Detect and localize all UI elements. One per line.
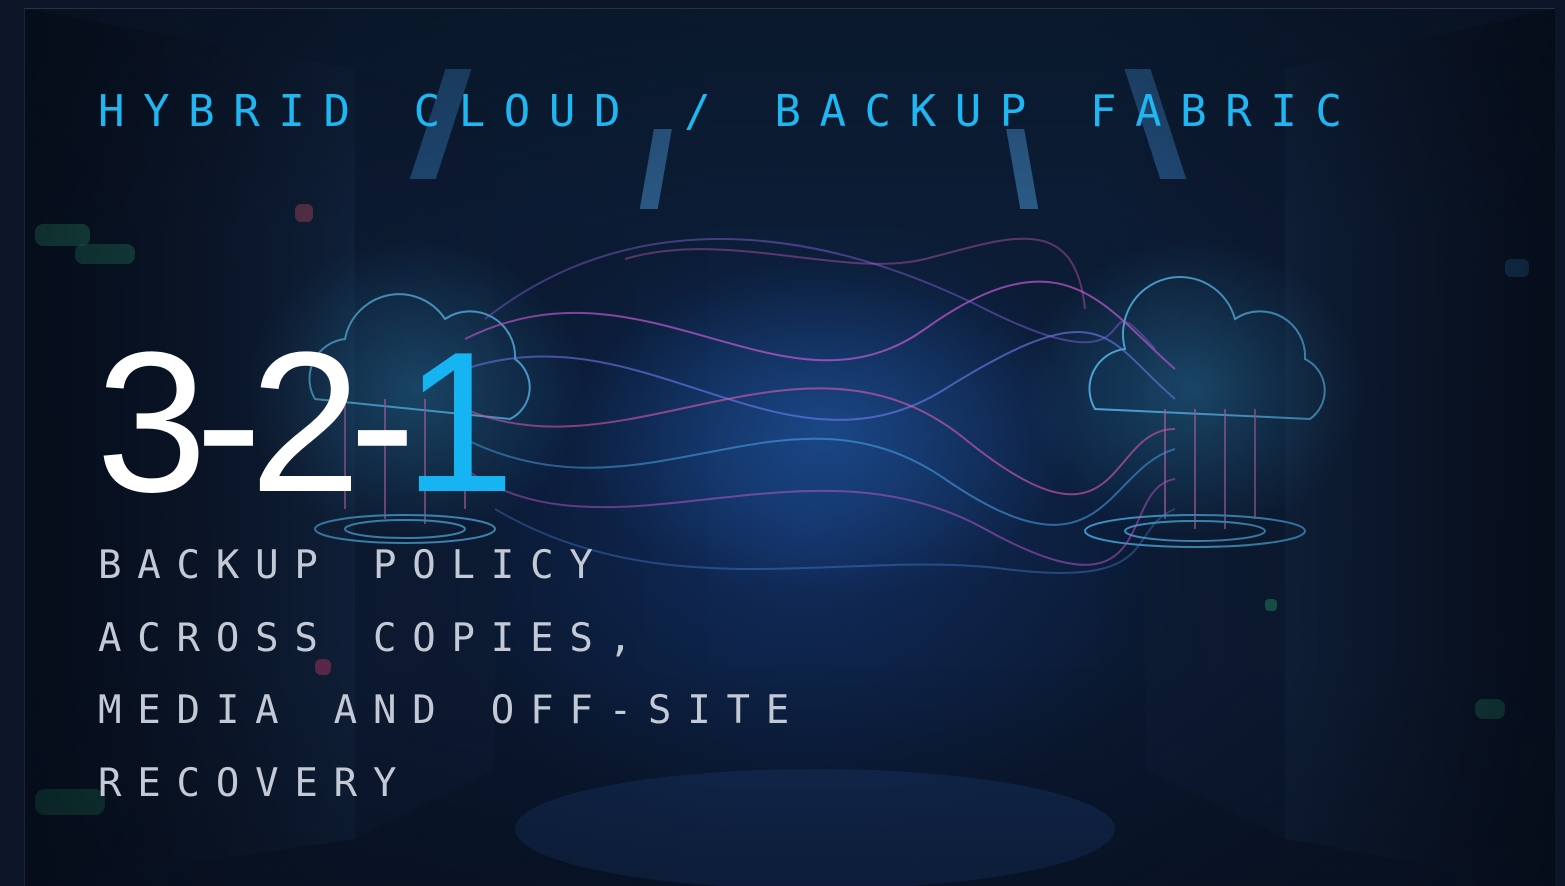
eyebrow-title: HYBRID CLOUD / BACKUP FABRIC — [98, 86, 1361, 137]
subtitle-line: RECOVERY — [98, 760, 413, 806]
subtitle-line: MEDIA AND OFF-SITE — [98, 688, 806, 733]
hero-number-accent: 1 — [403, 311, 515, 534]
subtitle-line: ACROSS COPIES, — [98, 615, 648, 661]
hero-number: 3-2-1 — [96, 318, 515, 528]
subtitle-line: BACKUP POLICY — [98, 543, 609, 588]
hero-number-prefix: 3-2- — [96, 311, 416, 534]
subtitle: BACKUP POLICY ACROSS COPIES, MEDIA AND O… — [98, 530, 998, 820]
slide-frame: HYBRID CLOUD / BACKUP FABRIC 3-2-1 BACKU… — [0, 0, 1565, 886]
